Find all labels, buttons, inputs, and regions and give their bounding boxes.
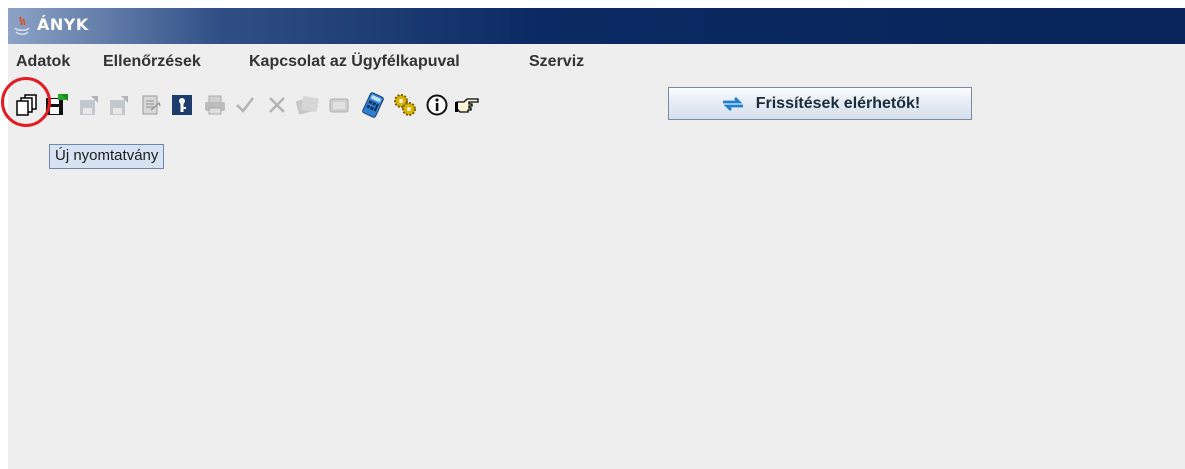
menu-bar: Adatok Ellenőrzések Kapcsolat az Ügyfélk… xyxy=(8,48,1185,76)
new-form-button[interactable] xyxy=(14,90,40,120)
title-bar[interactable]: ÁNYK xyxy=(8,8,1185,44)
print-disabled-icon xyxy=(205,95,225,115)
attachment-disabled-icon xyxy=(295,96,319,115)
settings-gears-icon xyxy=(394,94,416,116)
check-disabled-icon xyxy=(236,97,254,113)
form-disabled-icon xyxy=(329,98,349,113)
key-button[interactable] xyxy=(169,90,195,120)
menu-ellenorzesek[interactable]: Ellenőrzések xyxy=(103,53,201,71)
edit2-disabled-button[interactable] xyxy=(106,90,132,120)
settings-button[interactable] xyxy=(392,90,418,120)
toolbar: Frissítések elérhetők! xyxy=(8,86,1185,126)
save-button[interactable] xyxy=(44,90,70,120)
delete-disabled-button[interactable] xyxy=(264,90,290,120)
info-icon xyxy=(426,94,448,116)
application-window: ÁNYK Adatok Ellenőrzések Kapcsolat az Üg… xyxy=(8,8,1185,469)
calculator-icon xyxy=(362,92,384,118)
import-disabled-icon xyxy=(142,95,161,115)
print-disabled-button[interactable] xyxy=(202,90,228,120)
pointing-hand-icon xyxy=(455,98,479,113)
save-icon xyxy=(46,94,68,115)
key-icon xyxy=(172,95,192,115)
menu-kapcsolat-ugyfelkapu[interactable]: Kapcsolat az Ügyfélkapuval xyxy=(249,53,460,71)
check-disabled-button[interactable] xyxy=(232,90,258,120)
info-button[interactable] xyxy=(424,90,450,120)
form-disabled-button[interactable] xyxy=(326,90,352,120)
menu-szerviz[interactable]: Szerviz xyxy=(529,53,584,71)
updates-available-button[interactable]: Frissítések elérhetők! xyxy=(668,87,972,120)
window-title: ÁNYK xyxy=(37,15,89,34)
edit2-disabled-icon xyxy=(110,96,128,115)
new-form-icon xyxy=(16,94,37,116)
edit-disabled-button[interactable] xyxy=(76,90,102,120)
menu-adatok[interactable]: Adatok xyxy=(16,53,70,71)
attachment-disabled-button[interactable] xyxy=(294,90,320,120)
tooltip-new-form: Új nyomtatvány xyxy=(49,144,165,169)
updates-available-label: Frissítések elérhetők! xyxy=(755,94,921,112)
import-disabled-button[interactable] xyxy=(138,90,164,120)
calculator-button[interactable] xyxy=(360,90,386,120)
refresh-arrows-icon xyxy=(722,96,743,111)
pointing-hand-button[interactable] xyxy=(454,90,480,120)
edit-disabled-icon xyxy=(80,96,98,115)
delete-disabled-icon xyxy=(269,97,285,113)
java-icon xyxy=(14,16,30,36)
